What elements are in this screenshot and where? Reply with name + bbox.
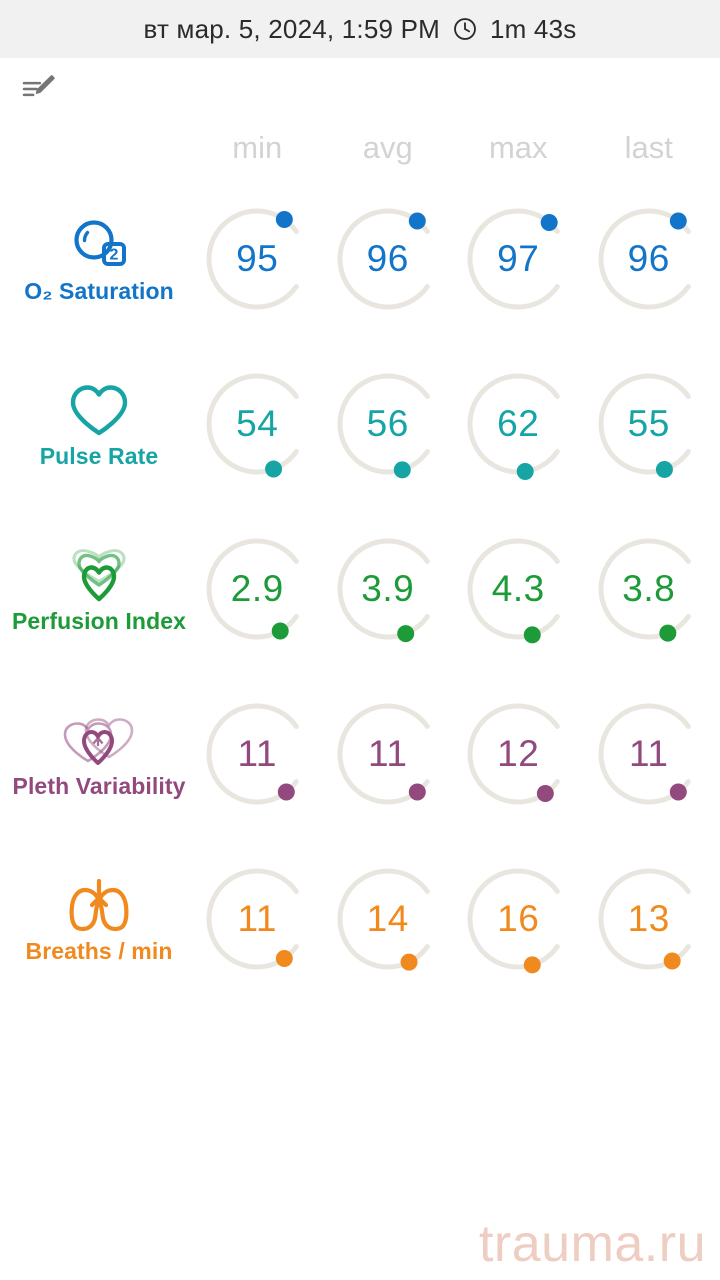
- gauge: 2.9: [197, 529, 317, 649]
- gauge: 16: [458, 859, 578, 979]
- metric-label-perfusion-index[interactable]: Perfusion Index: [6, 542, 192, 635]
- metric-name: Pulse Rate: [39, 443, 159, 469]
- gauge-value: 62: [497, 402, 540, 444]
- toolbar: [0, 58, 720, 120]
- metric-gauge-avg[interactable]: 14: [323, 859, 454, 979]
- metric-gauge-min[interactable]: 11: [192, 694, 323, 814]
- gauge-value: 11: [629, 732, 669, 774]
- gauge-value: 56: [366, 402, 409, 444]
- gauge-value: 12: [497, 732, 540, 774]
- metric-name: Perfusion Index: [11, 608, 187, 634]
- metric-label-pleth-variability[interactable]: Pleth Variability: [6, 707, 192, 800]
- triple-heart-icon: [66, 542, 132, 604]
- edit-note-icon[interactable]: [18, 68, 60, 110]
- gauge-value: 55: [627, 402, 670, 444]
- gauge-value: 97: [497, 237, 540, 279]
- metric-rows: 2 O₂ Saturation 95 96 97 96 Pulse Rate 5…: [6, 176, 714, 1001]
- gauge: 96: [589, 199, 709, 319]
- gauge: 11: [589, 694, 709, 814]
- metric-name: Pleth Variability: [12, 773, 186, 799]
- gauge: 54: [197, 364, 317, 484]
- column-header-last: last: [624, 130, 673, 165]
- gauge: 11: [197, 859, 317, 979]
- heart-outline-icon: [67, 377, 131, 439]
- gauge-value: 54: [236, 402, 279, 444]
- column-headers: min avg max last: [6, 120, 714, 176]
- metric-gauge-avg[interactable]: 96: [323, 199, 454, 319]
- gauge-value: 96: [366, 237, 409, 279]
- metric-gauge-max[interactable]: 97: [453, 199, 584, 319]
- gauge-value: 3.8: [622, 567, 676, 609]
- watermark: trauma.ru: [478, 1215, 706, 1273]
- metric-gauge-last[interactable]: 96: [584, 199, 715, 319]
- metric-row: Perfusion Index 2.9 3.9 4.3 3.8: [6, 506, 714, 671]
- column-header-min: min: [232, 130, 283, 165]
- metric-name: Breaths / min: [25, 938, 173, 964]
- gauge-value: 11: [237, 732, 277, 774]
- metric-name: O₂ Saturation: [24, 278, 174, 304]
- gauge-value: 11: [237, 897, 277, 939]
- metric-row: Pleth Variability 11 11 12 11: [6, 671, 714, 836]
- metric-gauge-last[interactable]: 13: [584, 859, 715, 979]
- gauge-value: 4.3: [491, 567, 545, 609]
- gauge: 3.9: [328, 529, 448, 649]
- gauge: 11: [197, 694, 317, 814]
- metric-gauge-avg[interactable]: 3.9: [323, 529, 454, 649]
- gauge: 96: [328, 199, 448, 319]
- metric-gauge-max[interactable]: 12: [453, 694, 584, 814]
- gauge: 95: [197, 199, 317, 319]
- gauge: 55: [589, 364, 709, 484]
- gauge: 13: [589, 859, 709, 979]
- svg-text:2: 2: [110, 247, 119, 264]
- session-datetime: вт мар. 5, 2024, 1:59 PM: [143, 13, 440, 44]
- gauge: 56: [328, 364, 448, 484]
- metric-gauge-min[interactable]: 2.9: [192, 529, 323, 649]
- gauge: 14: [328, 859, 448, 979]
- metric-gauge-max[interactable]: 4.3: [453, 529, 584, 649]
- metric-gauge-max[interactable]: 16: [453, 859, 584, 979]
- metric-gauge-avg[interactable]: 11: [323, 694, 454, 814]
- gauge-value: 2.9: [230, 567, 284, 609]
- column-header-avg: avg: [362, 130, 413, 165]
- gauge-value: 11: [368, 732, 408, 774]
- metric-gauge-max[interactable]: 62: [453, 364, 584, 484]
- metric-gauge-min[interactable]: 11: [192, 859, 323, 979]
- metric-gauge-min[interactable]: 95: [192, 199, 323, 319]
- session-summary-screen: вт мар. 5, 2024, 1:59 PM 1m 43s min avg …: [0, 0, 720, 1280]
- session-duration: 1m 43s: [489, 13, 577, 44]
- metric-label-pulse-rate[interactable]: Pulse Rate: [6, 377, 192, 470]
- gauge: 3.8: [589, 529, 709, 649]
- metric-gauge-last[interactable]: 3.8: [584, 529, 715, 649]
- gauge-value: 16: [497, 897, 540, 939]
- metric-gauge-avg[interactable]: 56: [323, 364, 454, 484]
- metric-gauge-min[interactable]: 54: [192, 364, 323, 484]
- metric-gauge-last[interactable]: 55: [584, 364, 715, 484]
- gauge-value: 96: [627, 237, 670, 279]
- metric-label-o-saturation[interactable]: 2 O₂ Saturation: [6, 212, 192, 305]
- gauge: 11: [328, 694, 448, 814]
- double-heart-icon: [60, 707, 138, 769]
- column-header-max: max: [488, 130, 548, 165]
- o2-bubble-icon: 2: [68, 212, 130, 274]
- gauge: 12: [458, 694, 578, 814]
- gauge-value: 14: [366, 897, 409, 939]
- metrics-table: min avg max last 2 O₂ Saturation 95 96 9…: [0, 120, 720, 1001]
- metric-gauge-last[interactable]: 11: [584, 694, 715, 814]
- gauge: 4.3: [458, 529, 578, 649]
- metric-label-breaths-min[interactable]: Breaths / min: [6, 872, 192, 965]
- gauge: 97: [458, 199, 578, 319]
- gauge-value: 3.9: [361, 567, 415, 609]
- header-bar: вт мар. 5, 2024, 1:59 PM 1m 43s: [0, 0, 720, 58]
- metric-row: Pulse Rate 54 56 62 55: [6, 341, 714, 506]
- gauge-value: 13: [627, 897, 670, 939]
- gauge-value: 95: [236, 237, 279, 279]
- metric-row: 2 O₂ Saturation 95 96 97 96: [6, 176, 714, 341]
- clock-icon: [452, 16, 478, 42]
- gauge: 62: [458, 364, 578, 484]
- lungs-icon: [66, 872, 132, 934]
- metric-row: Breaths / min 11 14 16 13: [6, 836, 714, 1001]
